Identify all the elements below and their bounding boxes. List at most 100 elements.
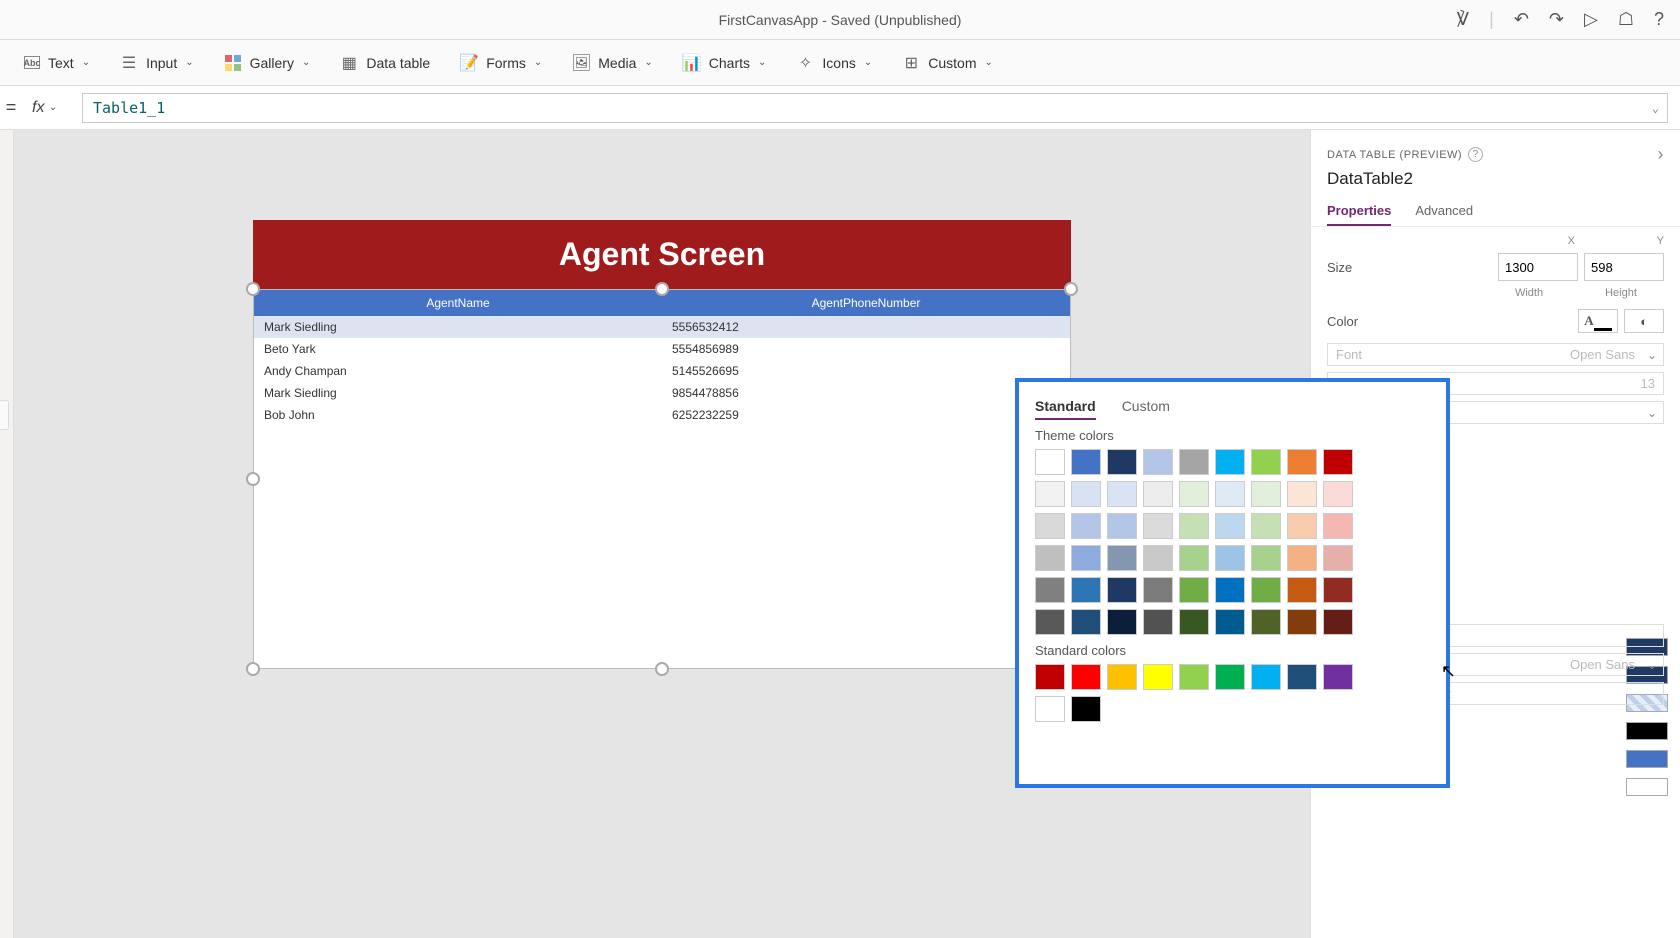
color-swatch[interactable] <box>1035 513 1065 539</box>
color-swatch[interactable] <box>1323 545 1353 571</box>
table-row[interactable]: Mark Siedling9854478856 <box>254 382 1070 404</box>
table-row[interactable]: Bob John6252232259 <box>254 404 1070 426</box>
resize-handle[interactable] <box>246 282 260 296</box>
color-swatch[interactable] <box>1323 449 1353 475</box>
color-swatch[interactable] <box>1323 664 1353 690</box>
color-swatch[interactable] <box>1251 513 1281 539</box>
side-color-swatch[interactable] <box>1626 722 1668 740</box>
color-swatch[interactable] <box>1107 609 1137 635</box>
color-swatch[interactable] <box>1179 609 1209 635</box>
color-swatch[interactable] <box>1107 481 1137 507</box>
ribbon-charts[interactable]: 📊 Charts ⌄ <box>683 54 767 72</box>
resize-handle[interactable] <box>655 282 669 296</box>
fill-color-button[interactable]: ◐ <box>1624 309 1664 333</box>
color-swatch[interactable] <box>1071 696 1101 722</box>
redo-icon[interactable]: ↷ <box>1549 9 1564 30</box>
play-icon[interactable]: ▷ <box>1584 9 1598 30</box>
color-swatch[interactable] <box>1251 545 1281 571</box>
color-swatch[interactable] <box>1287 449 1317 475</box>
ribbon-media[interactable]: 🖼 Media ⌄ <box>572 54 653 72</box>
collapse-panel-icon[interactable]: › <box>1658 144 1665 165</box>
color-swatch[interactable] <box>1071 609 1101 635</box>
color-swatch[interactable] <box>1143 481 1173 507</box>
ribbon-custom[interactable]: ⊞ Custom ⌄ <box>902 54 993 72</box>
datatable-control[interactable]: AgentName AgentPhoneNumber Mark Siedling… <box>253 289 1071 669</box>
color-swatch[interactable] <box>1323 481 1353 507</box>
tab-properties[interactable]: Properties <box>1327 197 1391 226</box>
color-swatch[interactable] <box>1215 481 1245 507</box>
undo-icon[interactable]: ↶ <box>1514 9 1529 30</box>
color-swatch[interactable] <box>1287 545 1317 571</box>
picker-tab-custom[interactable]: Custom <box>1122 394 1170 420</box>
color-swatch[interactable] <box>1179 664 1209 690</box>
table-row[interactable]: Beto Yark5554856989 <box>254 338 1070 360</box>
color-swatch[interactable] <box>1143 449 1173 475</box>
color-swatch[interactable] <box>1035 696 1065 722</box>
color-swatch[interactable] <box>1143 609 1173 635</box>
font-dropdown[interactable]: Font Open Sans ⌄ <box>1327 343 1664 366</box>
color-swatch[interactable] <box>1071 545 1101 571</box>
color-swatch[interactable] <box>1251 664 1281 690</box>
color-swatch[interactable] <box>1143 513 1173 539</box>
resize-handle[interactable] <box>246 472 260 486</box>
tab-advanced[interactable]: Advanced <box>1415 197 1473 226</box>
expand-tree-toggle[interactable] <box>0 400 9 430</box>
col-agentphone[interactable]: AgentPhoneNumber <box>662 290 1070 316</box>
color-swatch[interactable] <box>1215 545 1245 571</box>
side-color-swatch[interactable] <box>1626 750 1668 768</box>
color-swatch[interactable] <box>1143 664 1173 690</box>
color-swatch[interactable] <box>1071 449 1101 475</box>
font-color-button[interactable]: A <box>1578 309 1618 333</box>
color-swatch[interactable] <box>1107 513 1137 539</box>
color-swatch[interactable] <box>1071 664 1101 690</box>
ribbon-forms[interactable]: 📝 Forms ⌄ <box>460 54 542 72</box>
col-agentname[interactable]: AgentName <box>254 290 662 316</box>
color-swatch[interactable] <box>1035 481 1065 507</box>
color-swatch[interactable] <box>1035 545 1065 571</box>
ribbon-gallery[interactable]: Gallery ⌄ <box>224 54 311 72</box>
color-swatch[interactable] <box>1251 481 1281 507</box>
color-swatch[interactable] <box>1035 449 1065 475</box>
help-icon[interactable]: ? <box>1468 147 1483 162</box>
color-swatch[interactable] <box>1035 609 1065 635</box>
color-swatch[interactable] <box>1179 481 1209 507</box>
color-swatch[interactable] <box>1215 449 1245 475</box>
color-swatch[interactable] <box>1107 449 1137 475</box>
color-swatch[interactable] <box>1179 513 1209 539</box>
ribbon-icons[interactable]: ✧ Icons ⌄ <box>796 54 872 72</box>
help-icon[interactable]: ? <box>1654 9 1664 30</box>
color-swatch[interactable] <box>1287 513 1317 539</box>
color-swatch[interactable] <box>1179 545 1209 571</box>
color-swatch[interactable] <box>1215 513 1245 539</box>
resize-handle[interactable] <box>655 662 669 676</box>
color-swatch[interactable] <box>1287 664 1317 690</box>
color-swatch[interactable] <box>1035 577 1065 603</box>
table-row[interactable]: Mark Siedling5556532412 <box>254 316 1070 338</box>
color-swatch[interactable] <box>1071 481 1101 507</box>
user-icon[interactable]: ☖ <box>1618 9 1634 30</box>
color-swatch[interactable] <box>1143 545 1173 571</box>
color-swatch[interactable] <box>1323 513 1353 539</box>
color-swatch[interactable] <box>1251 449 1281 475</box>
color-swatch[interactable] <box>1323 609 1353 635</box>
color-swatch[interactable] <box>1215 664 1245 690</box>
ribbon-text[interactable]: Abc Text ⌄ <box>24 55 90 71</box>
color-swatch[interactable] <box>1143 577 1173 603</box>
color-swatch[interactable] <box>1215 577 1245 603</box>
color-swatch[interactable] <box>1323 577 1353 603</box>
color-swatch[interactable] <box>1179 577 1209 603</box>
color-swatch[interactable] <box>1287 577 1317 603</box>
color-swatch[interactable] <box>1215 609 1245 635</box>
height-input[interactable] <box>1584 253 1664 281</box>
color-swatch[interactable] <box>1251 609 1281 635</box>
resize-handle[interactable] <box>246 662 260 676</box>
color-swatch[interactable] <box>1035 664 1065 690</box>
color-swatch[interactable] <box>1107 545 1137 571</box>
stethoscope-icon[interactable]: ℣ <box>1457 9 1469 30</box>
ribbon-input[interactable]: ☰ Input ⌄ <box>120 54 194 72</box>
color-swatch[interactable] <box>1287 609 1317 635</box>
color-swatch[interactable] <box>1071 513 1101 539</box>
side-color-swatch[interactable] <box>1626 778 1668 796</box>
resize-handle[interactable] <box>1064 282 1078 296</box>
color-swatch[interactable] <box>1071 577 1101 603</box>
